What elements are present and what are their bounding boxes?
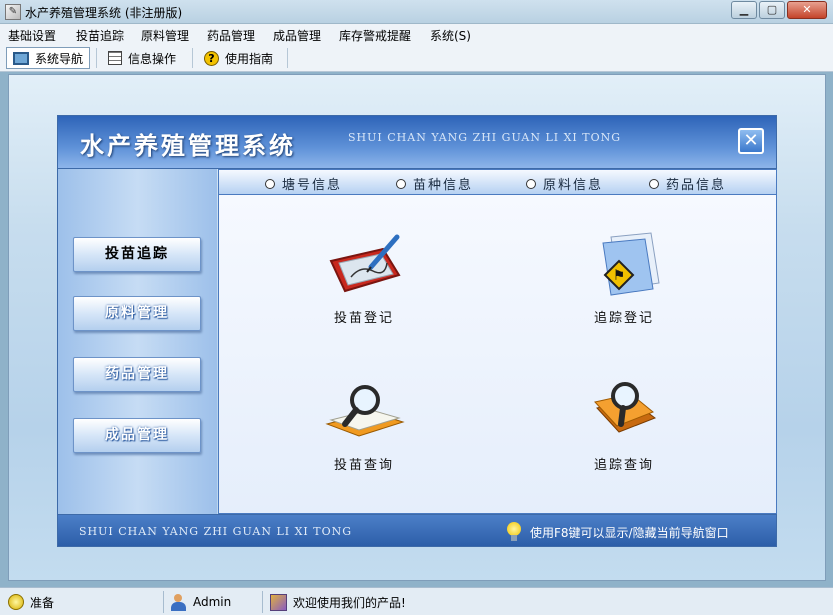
app-icon: ✎ [5, 4, 21, 20]
footer-hint: 使用F8键可以显示/隐藏当前导航窗口 [506, 522, 729, 542]
toolbar-info-ops-button[interactable]: 信息操作 [108, 47, 176, 69]
book-magnifier-icon [321, 378, 407, 448]
tablet-pen-icon [321, 231, 407, 301]
tracking-query-action[interactable]: 追踪查询 [564, 378, 684, 473]
nav-material-management-button[interactable]: 原料管理 [73, 296, 201, 331]
menu-basic-settings[interactable]: 基础设置 [8, 27, 56, 44]
folder-sign-icon: ⚑ [581, 231, 667, 301]
status-separator [262, 591, 263, 613]
svg-text:⚑: ⚑ [613, 268, 626, 284]
status-separator [163, 591, 164, 613]
menu-system[interactable]: 系统(S) [430, 27, 471, 44]
monitor-icon [13, 51, 29, 65]
radio-icon [396, 178, 406, 189]
nav-fry-tracking-button[interactable]: 投苗追踪 [73, 237, 201, 272]
user-icon [170, 593, 187, 611]
window-title: 水产养殖管理系统 (非注册版) [25, 6, 183, 20]
folder-magnifier-icon [581, 378, 667, 448]
minimize-button[interactable]: ▁ [731, 1, 757, 19]
toolbar-user-guide-button[interactable]: ? 使用指南 [204, 47, 273, 69]
status-user: Admin [170, 592, 231, 612]
toolbar: 系统导航 信息操作 ? 使用指南 [0, 44, 833, 72]
menu-fry-tracking[interactable]: 投苗追踪 [76, 27, 124, 44]
menu-stock-alert[interactable]: 库存警戒提醒 [339, 27, 411, 44]
tab-label: 苗种信息 [413, 178, 474, 193]
action-label: 追踪登记 [593, 311, 654, 326]
action-label: 投苗查询 [333, 458, 394, 473]
fry-registration-action[interactable]: 投苗登记 [304, 231, 424, 326]
menu-bar: 基础设置 投苗追踪 原料管理 药品管理 成品管理 库存警戒提醒 系统(S) [0, 24, 833, 44]
panel-close-button[interactable]: ✕ [738, 128, 764, 154]
action-area: 投苗登记 ⚑ 追踪登记 投苗查询 追踪查询 [218, 195, 777, 514]
panel-header: 水产养殖管理系统 SHUI CHAN YANG ZHI GUAN LI XI T… [57, 115, 777, 169]
tab-material-info[interactable]: 原料信息 [526, 174, 603, 193]
status-welcome: 欢迎使用我们的产品! [270, 592, 406, 612]
menu-product-management[interactable]: 成品管理 [273, 27, 321, 44]
toolbar-separator [287, 48, 288, 68]
navigation-panel: 水产养殖管理系统 SHUI CHAN YANG ZHI GUAN LI XI T… [57, 115, 777, 547]
status-user-text: Admin [193, 595, 232, 609]
tab-fry-info[interactable]: 苗种信息 [396, 174, 473, 193]
status-welcome-text: 欢迎使用我们的产品! [293, 595, 406, 610]
radio-icon [649, 178, 659, 189]
product-box-icon [270, 593, 287, 611]
tab-pond-info[interactable]: 塘号信息 [265, 174, 342, 193]
action-label: 投苗登记 [333, 311, 394, 326]
window-controls: ▁ ▢ ✕ [731, 1, 827, 19]
title-bar: ✎ 水产养殖管理系统 (非注册版) ▁ ▢ ✕ [0, 0, 833, 24]
fry-query-action[interactable]: 投苗查询 [304, 378, 424, 473]
status-ready-text: 准备 [30, 595, 55, 610]
status-ready: 准备 [8, 592, 54, 612]
tab-label: 原料信息 [543, 178, 604, 193]
toolbar-label: 系统导航 [35, 51, 84, 66]
nav-medicine-management-button[interactable]: 药品管理 [73, 357, 201, 392]
left-nav: 投苗追踪 原料管理 药品管理 成品管理 [57, 169, 217, 514]
radio-icon [526, 178, 536, 189]
lightbulb-icon [506, 522, 522, 542]
footer-hint-text: 使用F8键可以显示/隐藏当前导航窗口 [530, 525, 729, 540]
maximize-button[interactable]: ▢ [759, 1, 785, 19]
panel-subtitle: SHUI CHAN YANG ZHI GUAN LI XI TONG [348, 131, 622, 144]
toolbar-separator [96, 48, 97, 68]
action-label: 追踪查询 [593, 458, 654, 473]
toolbar-system-nav-button[interactable]: 系统导航 [6, 47, 91, 69]
footer-subtitle: SHUI CHAN YANG ZHI GUAN LI XI TONG [79, 525, 353, 538]
toolbar-separator [192, 48, 193, 68]
status-light-icon [8, 594, 24, 610]
grid-icon [108, 51, 122, 65]
radio-icon [265, 178, 275, 189]
toolbar-label: 使用指南 [225, 51, 274, 66]
tab-label: 塘号信息 [282, 178, 343, 193]
panel-title: 水产养殖管理系统 [80, 131, 296, 160]
nav-product-management-button[interactable]: 成品管理 [73, 418, 201, 453]
help-icon: ? [204, 50, 219, 66]
menu-material-management[interactable]: 原料管理 [141, 27, 189, 44]
panel-footer: SHUI CHAN YANG ZHI GUAN LI XI TONG 使用F8键… [57, 514, 777, 547]
tab-medicine-info[interactable]: 药品信息 [649, 174, 726, 193]
close-button[interactable]: ✕ [787, 1, 827, 19]
status-bar: 准备 Admin 欢迎使用我们的产品! [0, 587, 833, 615]
menu-medicine-management[interactable]: 药品管理 [207, 27, 255, 44]
tracking-registration-action[interactable]: ⚑ 追踪登记 [564, 231, 684, 326]
tab-label: 药品信息 [666, 178, 727, 193]
toolbar-label: 信息操作 [128, 51, 177, 66]
info-tabstrip: 塘号信息 苗种信息 原料信息 药品信息 [218, 169, 777, 195]
